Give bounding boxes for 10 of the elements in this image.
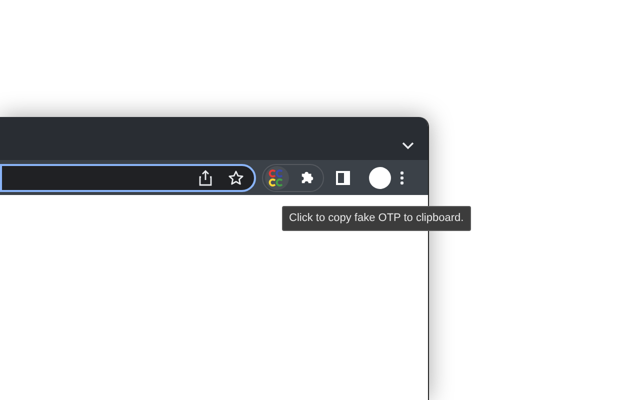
star-icon[interactable] [228, 170, 244, 186]
chevron-down-icon[interactable] [402, 142, 414, 150]
menu-icon[interactable] [400, 170, 404, 184]
share-icon[interactable] [199, 170, 212, 186]
address-bar[interactable] [0, 164, 256, 192]
profile-avatar[interactable] [369, 166, 391, 188]
puzzle-piece-icon[interactable] [300, 170, 315, 185]
tooltip: Click to copy fake OTP to clipboard. [282, 206, 471, 230]
side-panel-icon[interactable] [336, 170, 350, 184]
extension-logo-icon[interactable] [265, 166, 289, 190]
